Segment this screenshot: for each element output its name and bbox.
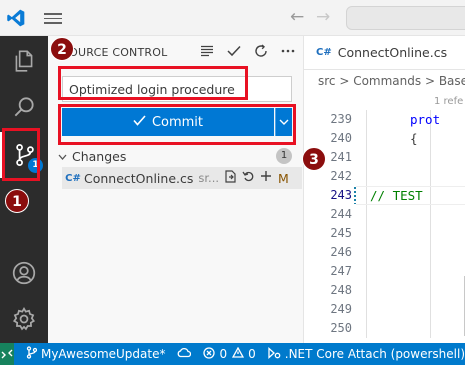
changes-label: Changes xyxy=(72,148,127,164)
csharp-file-icon: C# xyxy=(316,47,332,58)
error-count: 0 xyxy=(219,347,228,361)
code-line: { xyxy=(410,131,418,146)
codelens-references[interactable]: 1 refe xyxy=(434,96,463,107)
csharp-file-icon: C# xyxy=(65,172,81,184)
callout-highlight-source-control xyxy=(2,128,40,181)
editor-tab[interactable]: C# ConnectOnline.cs xyxy=(304,36,465,70)
callout-highlight-commit-message xyxy=(58,66,248,100)
debug-run-icon xyxy=(268,346,281,362)
accounts-icon xyxy=(12,261,36,285)
remote-indicator[interactable] xyxy=(0,343,14,365)
warning-icon xyxy=(232,346,245,361)
callout-number-3: 3 xyxy=(302,147,326,171)
code-line: // TEST xyxy=(370,188,423,203)
line-number: 243 xyxy=(330,188,352,202)
explorer-icon xyxy=(15,50,33,72)
line-number: 245 xyxy=(330,226,352,240)
code-text[interactable]: prot { // TEST xyxy=(370,110,465,338)
editor-area: C# ConnectOnline.cs src > Commands > Bas… xyxy=(304,36,465,343)
line-number: 250 xyxy=(330,321,352,335)
panel-title: SOURCE CONTROL xyxy=(62,46,168,59)
activity-accounts[interactable] xyxy=(0,250,48,296)
chevron-down-icon xyxy=(58,150,72,163)
debug-config[interactable]: .NET Core Attach (powershell) xyxy=(268,346,465,362)
line-number: 244 xyxy=(330,207,352,221)
open-file-icon[interactable] xyxy=(224,170,236,186)
changed-file-row[interactable]: C# ConnectOnline.cs sr... M xyxy=(62,167,302,189)
activity-bar: 1 xyxy=(0,36,48,343)
remote-icon xyxy=(1,349,13,359)
forward-arrow-icon[interactable]: → xyxy=(316,7,330,27)
search-icon xyxy=(14,97,34,117)
vscode-logo-icon xyxy=(7,9,25,27)
breadcrumb[interactable]: src > Commands > Base xyxy=(318,74,465,88)
warning-count: 0 xyxy=(248,347,256,361)
branch-name: MyAwesomeUpdate* xyxy=(40,347,166,361)
line-number: 246 xyxy=(330,245,352,259)
line-number: 248 xyxy=(330,283,352,297)
file-status-modified: M xyxy=(278,170,289,186)
line-number: 247 xyxy=(330,264,352,278)
refresh-icon[interactable] xyxy=(252,42,270,60)
debug-config-label: .NET Core Attach (powershell) xyxy=(284,347,465,361)
callout-number-1: 1 xyxy=(5,189,29,213)
file-name: ConnectOnline.cs xyxy=(84,170,194,186)
back-arrow-icon[interactable]: ← xyxy=(290,7,304,27)
commit-check-icon[interactable] xyxy=(225,42,243,60)
branch-indicator[interactable]: MyAwesomeUpdate* xyxy=(26,346,166,362)
activity-explorer[interactable] xyxy=(0,38,48,84)
line-numbers: 239 240 241 242 243 244 245 246 247 248 249 250 xyxy=(304,110,352,338)
command-center-search[interactable] xyxy=(346,6,465,30)
file-actions xyxy=(224,170,272,186)
indent-guide xyxy=(366,110,367,338)
branch-icon xyxy=(26,346,38,362)
status-bar: MyAwesomeUpdate* 0 0 .NET Core Attach (p… xyxy=(0,343,465,365)
activity-manage[interactable] xyxy=(0,296,48,342)
activity-search[interactable] xyxy=(0,84,48,130)
changes-group-header[interactable]: Changes 1 xyxy=(58,147,298,165)
problems-indicator[interactable]: 0 0 xyxy=(203,346,256,362)
more-actions-icon[interactable] xyxy=(279,42,297,60)
hamburger-menu-icon[interactable] xyxy=(44,10,62,24)
callout-number-2: 2 xyxy=(50,37,74,61)
panel-actions xyxy=(198,42,297,60)
editor-tab-label: ConnectOnline.cs xyxy=(337,45,448,60)
error-icon xyxy=(203,346,216,362)
sync-cloud-icon xyxy=(177,347,192,361)
changes-count-badge: 1 xyxy=(276,148,292,164)
view-as-tree-icon[interactable] xyxy=(198,42,216,60)
sync-button[interactable] xyxy=(177,347,192,361)
file-path: sr... xyxy=(198,171,220,185)
gear-icon xyxy=(12,307,36,331)
line-number: 240 xyxy=(330,131,352,145)
discard-changes-icon[interactable] xyxy=(242,170,254,186)
line-number: 239 xyxy=(330,112,352,126)
line-number: 249 xyxy=(330,302,352,316)
callout-highlight-commit-button xyxy=(58,104,296,145)
stage-changes-icon[interactable] xyxy=(260,170,272,186)
title-bar: ← → xyxy=(0,0,465,36)
code-line: prot xyxy=(410,112,441,127)
modified-line-marker xyxy=(354,187,356,204)
